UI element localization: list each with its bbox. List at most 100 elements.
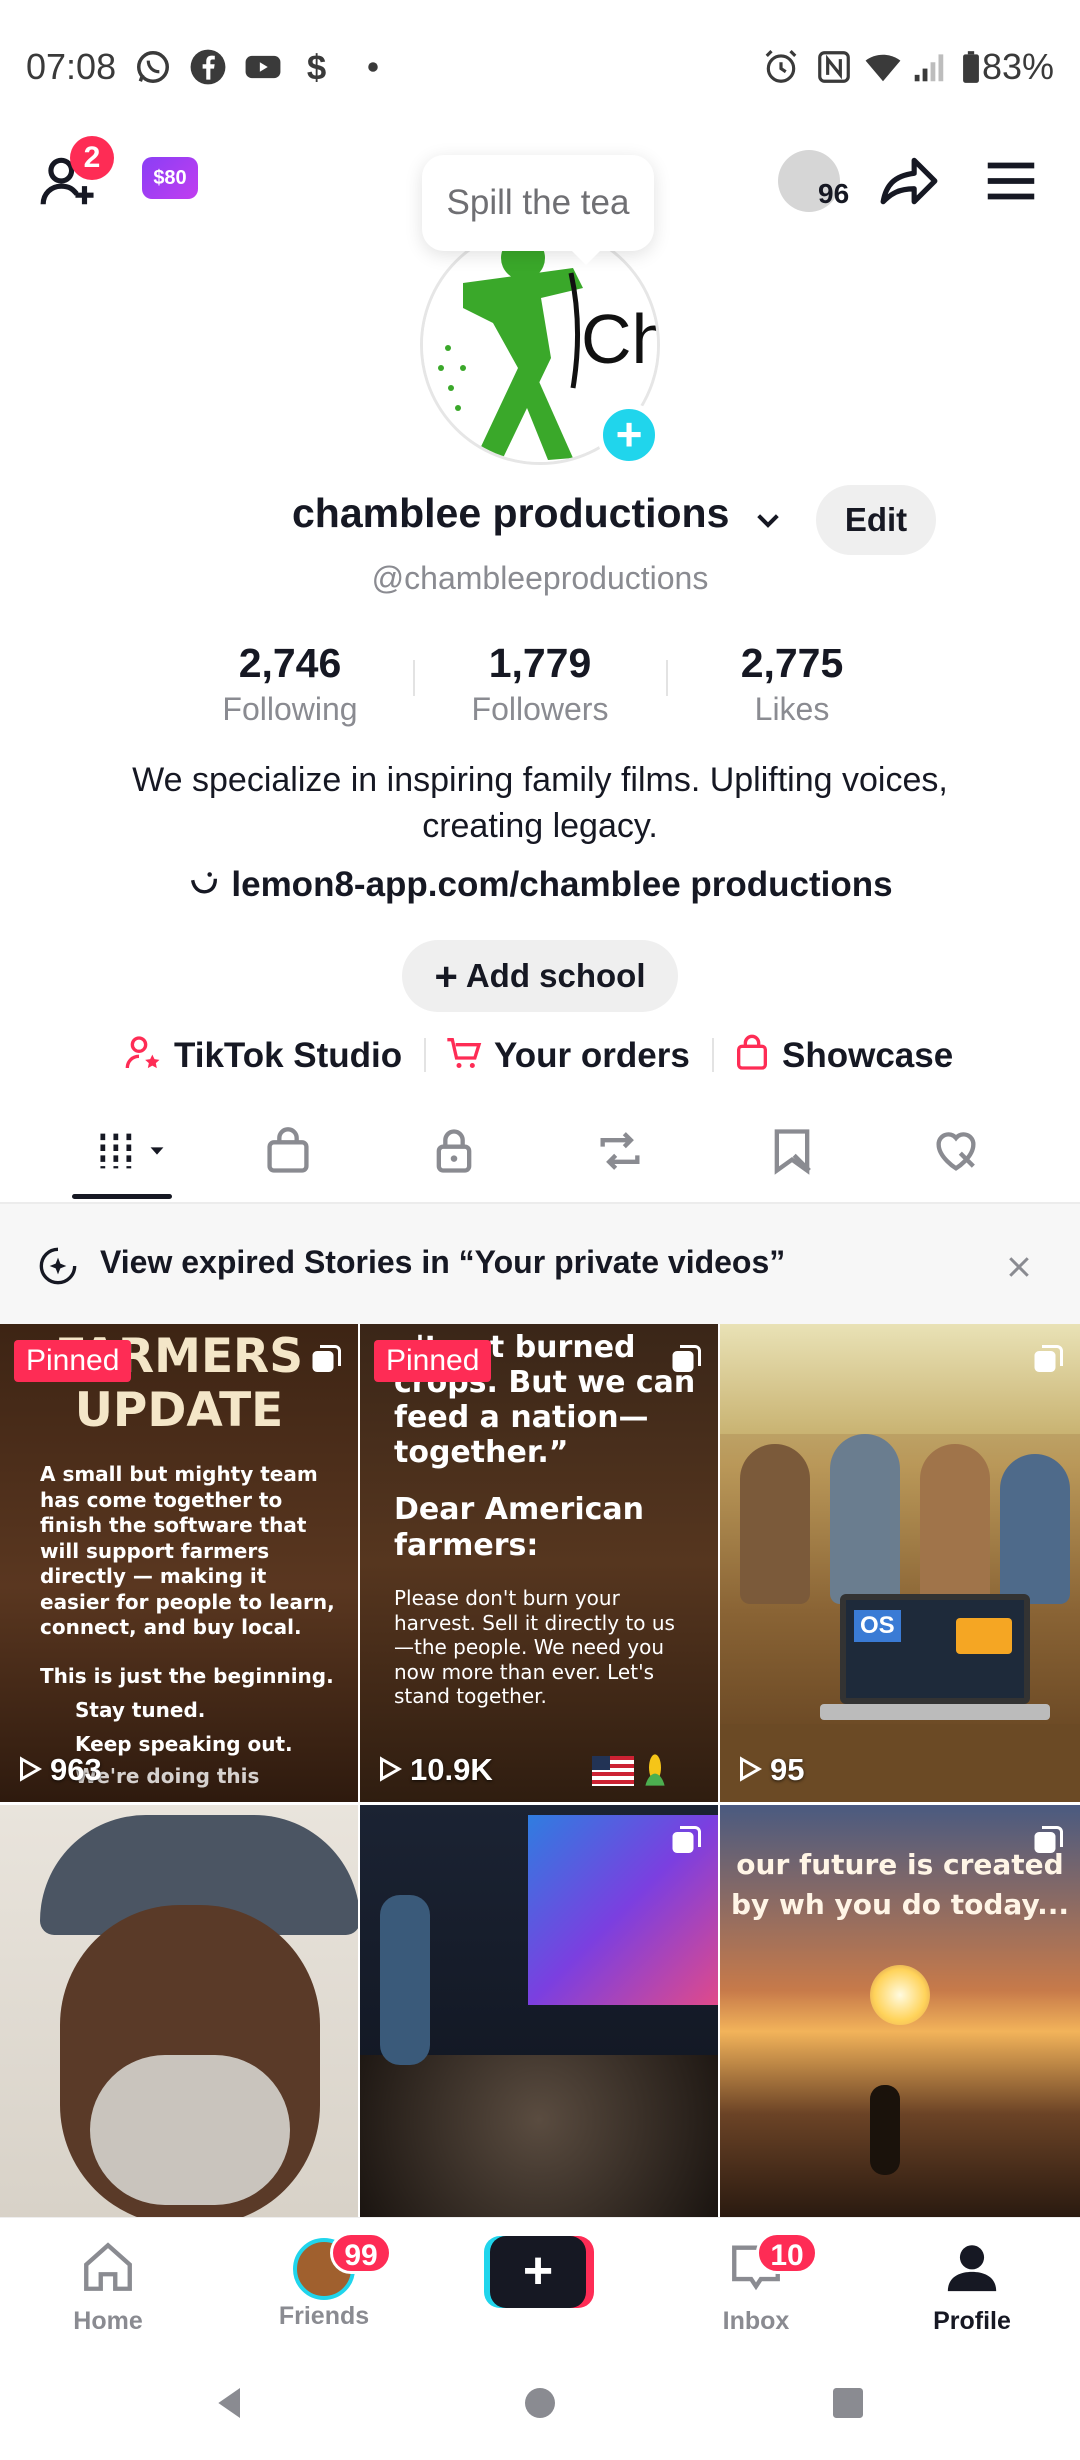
- studio-person-star-icon: [125, 1036, 160, 1069]
- nfc-icon: [818, 51, 850, 83]
- thumbnail-footer-line: This is just the beginning.: [40, 1664, 334, 1688]
- add-friends-badge: 2: [70, 136, 114, 180]
- profile-bio: We specialize in inspiring family films.…: [132, 761, 948, 845]
- beard: [90, 2055, 290, 2205]
- corn-emoji-icon: [645, 1754, 665, 1786]
- likes-label: Likes: [754, 691, 830, 727]
- view-count-text: 963: [50, 1752, 102, 1787]
- chevron-down-icon[interactable]: [752, 505, 784, 537]
- back-icon[interactable]: [210, 2383, 250, 2423]
- photo-carousel-icon: [672, 1826, 701, 1853]
- videos-grid-icon[interactable]: [92, 1125, 144, 1177]
- svg-text:$: $: [307, 49, 326, 86]
- repost-icon[interactable]: [594, 1125, 646, 1177]
- photo-carousel-icon: [1034, 1345, 1063, 1372]
- alarm-icon: [765, 50, 797, 83]
- shop-bag-icon[interactable]: [262, 1125, 314, 1177]
- play-icon: [380, 1756, 403, 1782]
- coin-balance-badge[interactable]: $80: [142, 157, 198, 199]
- sun: [870, 1965, 930, 2025]
- shopping-bag-icon: [737, 1034, 767, 1070]
- sky-backdrop: [720, 1324, 1080, 1434]
- video-thumbnail-farmers-laptop[interactable]: OS 95: [720, 1324, 1080, 1802]
- showcase-link[interactable]: Showcase: [732, 1030, 953, 1082]
- tiktok-studio-link[interactable]: TikTok Studio: [124, 1030, 402, 1082]
- bio-link[interactable]: lemon8-app.com/chamblee productions: [0, 865, 1080, 905]
- active-tab-indicator: [72, 1194, 172, 1199]
- inbox-badge: 10: [756, 2232, 818, 2274]
- us-flag-emoji-icon: [592, 1756, 634, 1786]
- thumbnail-footer-line: We're doing this: [75, 1764, 260, 1788]
- stat-divider: [413, 660, 415, 696]
- add-school-label: Add school: [465, 957, 646, 994]
- share-icon[interactable]: [878, 150, 940, 212]
- spill-the-tea-tooltip[interactable]: Spill the tea: [422, 155, 654, 265]
- recents-icon[interactable]: [828, 2383, 868, 2423]
- bio-link-text[interactable]: lemon8-app.com/chamblee productions: [231, 865, 892, 904]
- close-icon[interactable]: [1004, 1252, 1034, 1282]
- thumbnail-body: Please don't burn your harvest. Sell it …: [394, 1586, 675, 1708]
- video-thumbnail-sunrise[interactable]: our future is created by wh you do today…: [720, 1805, 1080, 2217]
- chevron-down-icon[interactable]: [146, 1140, 168, 1162]
- view-count-text: 95: [770, 1752, 805, 1787]
- stat-likes[interactable]: 2,775 Likes: [692, 640, 892, 728]
- whatsapp-icon: [137, 51, 169, 83]
- pinned-badge: Pinned: [14, 1340, 132, 1382]
- view-count: 10.9K: [374, 1752, 493, 1788]
- dollar-icon: $: [307, 49, 326, 86]
- profile-views-count: 96: [818, 178, 850, 209]
- add-story-button[interactable]: +: [597, 403, 661, 467]
- photo-carousel-icon: [672, 1345, 701, 1372]
- laptop-screen: OS: [840, 1594, 1030, 1704]
- play-icon: [20, 1756, 43, 1782]
- video-thumbnail-dear-farmers[interactable]: n't eat burned crops. But we can feed a …: [360, 1324, 718, 1802]
- lock-icon[interactable]: [428, 1125, 480, 1177]
- code-icon: [956, 1618, 1012, 1654]
- your-orders-link[interactable]: Your orders: [444, 1030, 690, 1082]
- expired-stories-text: View expired Stories in “Your private vi…: [100, 1244, 786, 1280]
- nav-inbox-label: Inbox: [722, 2307, 790, 2335]
- svg-text:Ch: Ch: [581, 300, 660, 378]
- more-notifications-dot-icon: [368, 62, 378, 72]
- farmer-figure: [830, 1434, 900, 1604]
- nav-home[interactable]: Home: [28, 2238, 188, 2336]
- presenter: [380, 1895, 430, 2065]
- add-school-button[interactable]: + Add school: [402, 940, 678, 1012]
- video-thumbnail-gaming-presentation[interactable]: [360, 1805, 718, 2217]
- profile-name[interactable]: chamblee productions: [292, 490, 729, 537]
- view-count: 963: [14, 1752, 102, 1788]
- friends-badge: 99: [330, 2232, 392, 2274]
- nav-friends-label: Friends: [278, 2302, 370, 2330]
- farmer-figure: [1000, 1454, 1070, 1604]
- nav-profile-label: Profile: [933, 2307, 1011, 2335]
- expired-stories-notice[interactable]: View expired Stories in “Your private vi…: [0, 1204, 1080, 1324]
- pinned-badge: Pinned: [374, 1340, 492, 1382]
- edit-profile-button[interactable]: Edit: [816, 485, 936, 555]
- profile-handle: @chambleeproductions: [371, 560, 709, 596]
- view-count-text: 10.9K: [410, 1752, 493, 1787]
- stat-following[interactable]: 2,746 Following: [190, 640, 390, 728]
- play-icon: [740, 1756, 763, 1782]
- thumbnail-footer-line: Keep speaking out.: [75, 1732, 293, 1756]
- lemon8-smile-icon: [191, 872, 218, 894]
- nav-home-label: Home: [73, 2307, 143, 2335]
- video-thumbnail-selfie[interactable]: [0, 1805, 358, 2217]
- your-orders-label: Your orders: [494, 1036, 690, 1075]
- home-circle-icon[interactable]: [520, 2383, 560, 2423]
- story-sparkle-icon: [39, 1247, 77, 1285]
- bottom-navigation: Home Friends 99 + Inbox 10 Profile: [0, 2217, 1080, 2345]
- create-button[interactable]: +: [484, 2236, 594, 2308]
- menu-icon[interactable]: [980, 150, 1042, 212]
- youtube-icon: [245, 55, 281, 79]
- liked-hidden-icon[interactable]: [930, 1125, 982, 1177]
- farmer-figure: [920, 1444, 990, 1604]
- plus-icon: +: [434, 955, 458, 999]
- android-navigation-bar: [0, 2345, 1080, 2460]
- plus-icon: +: [490, 2236, 586, 2308]
- stat-followers[interactable]: 1,779 Followers: [440, 640, 640, 728]
- favorites-icon[interactable]: [766, 1125, 818, 1177]
- battery-percent: 83%: [981, 46, 1054, 87]
- video-thumbnail-farmers-update[interactable]: FARMERS UPDATE A small but mighty team h…: [0, 1324, 358, 1802]
- nav-profile[interactable]: Profile: [892, 2238, 1052, 2336]
- wifi-icon: [865, 54, 901, 82]
